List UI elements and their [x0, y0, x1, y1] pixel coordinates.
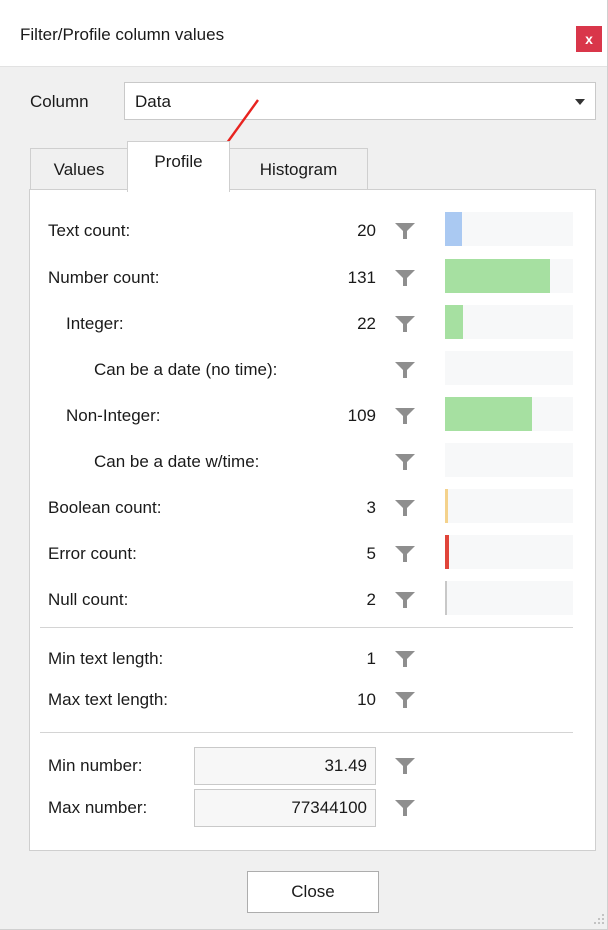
profile-row-label: Number count: [48, 268, 160, 287]
profile-bar-track [445, 212, 573, 246]
profile-row-label: Non-Integer: [66, 406, 161, 425]
funnel-icon[interactable] [394, 361, 416, 379]
profile-bar-track [445, 443, 573, 477]
profile-row-count: 2 [366, 590, 376, 609]
profile-row-count: 5 [366, 544, 376, 563]
dialog-title: Filter/Profile column values [20, 25, 225, 44]
profile-bar-track [445, 535, 573, 569]
filter-profile-dialog: Filter/Profile column values x Column Da… [0, 0, 608, 930]
profile-bar [445, 535, 449, 569]
profile-row-label: Null count: [48, 590, 129, 609]
title-bar: Filter/Profile column values x [0, 0, 607, 67]
min-text-length-value: 1 [366, 649, 376, 668]
max-number-label: Max number: [48, 798, 148, 817]
profile-bar-track [445, 351, 573, 385]
profile-row-count: 109 [347, 406, 376, 425]
funnel-icon[interactable] [394, 757, 416, 775]
column-dropdown-value: Data [135, 92, 171, 111]
profile-bar [445, 397, 532, 431]
profile-bar [445, 259, 550, 293]
profile-row-count: 22 [357, 314, 376, 333]
profile-bar-track [445, 581, 573, 615]
funnel-icon[interactable] [394, 650, 416, 668]
close-window-button[interactable]: x [576, 26, 602, 52]
profile-bar [445, 581, 447, 615]
tab-label: Histogram [259, 159, 338, 179]
profile-bar-track [445, 305, 573, 339]
profile-row-label: Text count: [48, 221, 131, 240]
min-number-label: Min number: [48, 756, 143, 775]
funnel-icon[interactable] [394, 453, 416, 471]
funnel-icon[interactable] [394, 269, 416, 287]
profile-row-label: Can be a date (no time): [94, 360, 278, 379]
funnel-icon[interactable] [394, 691, 416, 709]
profile-row-label: Boolean count: [48, 498, 162, 517]
funnel-icon[interactable] [394, 799, 416, 817]
profile-row-count: 131 [347, 268, 376, 287]
profile-row-label: Can be a date w/time: [94, 452, 260, 471]
divider [40, 732, 573, 733]
column-label: Column [30, 92, 89, 111]
profile-row-label: Integer: [66, 314, 124, 333]
max-number-field[interactable]: 77344100 [194, 789, 376, 827]
funnel-icon[interactable] [394, 222, 416, 240]
profile-bar-track [445, 489, 573, 523]
max-text-length-label: Max text length: [48, 690, 169, 709]
min-text-length-label: Min text length: [48, 649, 164, 668]
chevron-down-icon[interactable] [575, 99, 585, 105]
max-text-length-value: 10 [357, 690, 376, 709]
close-button[interactable]: Close [247, 871, 379, 913]
tab-values[interactable]: Values [30, 148, 128, 190]
funnel-icon[interactable] [394, 407, 416, 425]
funnel-icon[interactable] [394, 591, 416, 609]
tab-label: Profile [154, 152, 203, 171]
profile-row-label: Error count: [48, 544, 137, 563]
profile-bar [445, 489, 448, 523]
profile-row-count: 3 [366, 498, 376, 517]
close-button-label: Close [291, 882, 335, 901]
divider [40, 627, 573, 628]
profile-bar [445, 212, 462, 246]
funnel-icon[interactable] [394, 499, 416, 517]
profile-row-count: 20 [357, 221, 376, 240]
funnel-icon[interactable] [394, 545, 416, 563]
funnel-icon[interactable] [394, 315, 416, 333]
tab-label: Values [53, 159, 105, 179]
profile-bar [445, 305, 463, 339]
min-number-field[interactable]: 31.49 [194, 747, 376, 785]
tab-profile[interactable]: Profile [127, 141, 230, 192]
resize-grip-icon[interactable] [592, 912, 606, 926]
